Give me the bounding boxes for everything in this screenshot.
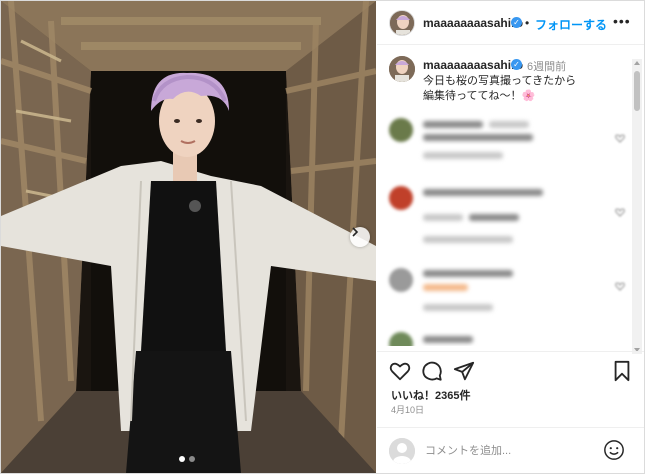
author-username[interactable]: maaaaaaaasahiro	[423, 16, 523, 30]
more-options-icon[interactable]: •••	[613, 13, 631, 29]
comment-heart-icon[interactable]	[615, 208, 625, 217]
post-photo[interactable]	[1, 1, 376, 473]
current-user-avatar	[389, 438, 415, 464]
blurred-text	[423, 236, 513, 243]
comments-scrollbar[interactable]	[632, 59, 642, 354]
cherry-blossom-emoji: 🌸	[521, 90, 536, 102]
author-avatar-image	[390, 11, 414, 35]
comment-composer	[377, 427, 644, 473]
blurred-comment	[389, 186, 629, 246]
comments-list[interactable]: maaaaaaaasahiro ✓ 6週間前 今日も桜の写真撮ってきたから 編集…	[377, 46, 644, 346]
blurred-text	[489, 121, 529, 128]
share-icon[interactable]	[453, 360, 475, 382]
blurred-text	[423, 214, 463, 221]
scroll-up-icon[interactable]	[634, 61, 640, 65]
comment-heart-icon[interactable]	[615, 134, 625, 143]
carousel-indicator	[179, 456, 195, 462]
blurred-comment	[389, 118, 629, 168]
caption-username[interactable]: maaaaaaaasahiro	[423, 58, 523, 72]
chevron-right-icon	[352, 227, 359, 237]
follow-button[interactable]: フォローする	[535, 16, 607, 33]
carousel-dot-active	[179, 456, 185, 462]
blurred-text	[423, 304, 493, 311]
blurred-text	[423, 284, 468, 291]
blurred-comment	[389, 332, 629, 346]
blurred-text	[423, 336, 473, 343]
blurred-text	[469, 214, 519, 221]
post-actions	[377, 351, 644, 387]
blurred-text	[423, 134, 533, 141]
scrollbar-thumb[interactable]	[634, 71, 640, 111]
author-avatar[interactable]	[389, 10, 415, 36]
comment-icon[interactable]	[421, 360, 443, 382]
verified-badge-icon: ✓	[511, 59, 522, 70]
caption-avatar-image	[389, 56, 415, 82]
caption-line-2: 編集待っててね〜！🌸	[423, 87, 535, 103]
blurred-text	[423, 152, 503, 159]
blurred-text	[423, 121, 483, 128]
blurred-text	[423, 189, 543, 196]
default-avatar-icon	[389, 438, 415, 464]
commenter-avatar[interactable]	[389, 186, 413, 210]
verified-badge-icon: ✓	[511, 17, 522, 28]
commenter-avatar[interactable]	[389, 118, 413, 142]
emoji-icon[interactable]	[603, 439, 625, 461]
comment-heart-icon[interactable]	[615, 282, 625, 291]
caption-line-2-text: 編集待っててね〜！	[423, 90, 522, 102]
commenter-avatar[interactable]	[389, 332, 413, 346]
blurred-text	[423, 270, 513, 277]
commenter-avatar[interactable]	[389, 268, 413, 292]
caption-avatar[interactable]	[389, 56, 415, 82]
post-date[interactable]: 4月10日	[391, 403, 424, 416]
photo-illustration	[1, 1, 376, 473]
heart-icon[interactable]	[389, 360, 411, 382]
bookmark-icon[interactable]	[611, 360, 633, 382]
likes-count[interactable]: いいね！2365件	[391, 387, 470, 403]
header-separator: •	[525, 16, 530, 30]
post-header: maaaaaaaasahiro ✓ • フォローする •••	[377, 1, 644, 45]
carousel-dot	[189, 456, 195, 462]
comment-input[interactable]	[425, 440, 595, 462]
caption-line-1: 今日も桜の写真撮ってきたから	[423, 75, 577, 87]
next-photo-button[interactable]	[350, 227, 370, 247]
blurred-comment	[389, 268, 629, 318]
post-sidebar: maaaaaaaasahiro ✓ • フォローする ••• maaaaaaaa…	[377, 1, 644, 473]
